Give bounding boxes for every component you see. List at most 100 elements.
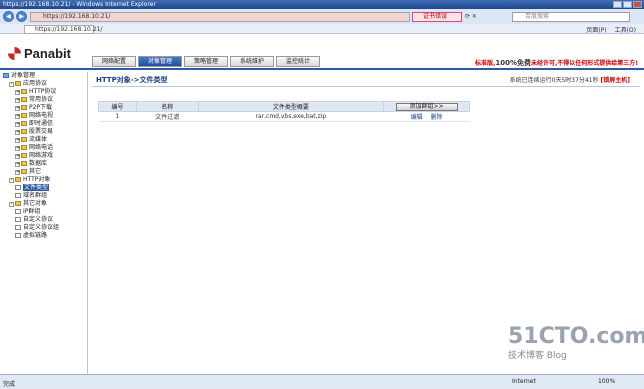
watermark-line1: 51CTO.com (508, 324, 644, 349)
close-button[interactable] (633, 1, 642, 8)
sidebar-item[interactable]: + HTTP协议 (0, 88, 87, 96)
nav-network-config[interactable]: 网络配置 (92, 56, 136, 67)
sidebar-item[interactable]: IP群组 (0, 208, 87, 216)
promo-suffix: 未经许可,不得以任何形式提供给第三方! (530, 60, 638, 67)
promo-free: 100%免费 (495, 59, 531, 67)
folder-icon (21, 113, 27, 118)
collapse-icon[interactable]: - (9, 82, 14, 87)
security-zone: Internet (512, 378, 536, 385)
expand-icon[interactable]: + (15, 130, 20, 135)
sidebar-item[interactable]: 对象管理 (0, 72, 87, 80)
column-header-id: 编号 (98, 101, 137, 112)
logo-icon (8, 47, 21, 60)
expand-icon[interactable]: + (15, 162, 20, 167)
expand-icon[interactable]: + (15, 122, 20, 127)
expand-icon[interactable]: + (15, 154, 20, 159)
edit-link[interactable]: 编辑 (411, 114, 423, 121)
sidebar-item-label: 域名群组 (23, 192, 48, 199)
sidebar-item[interactable]: 自定义协议组 (0, 224, 87, 232)
expand-icon[interactable]: + (15, 90, 20, 95)
nav-monitoring[interactable]: 监控统计 (276, 56, 320, 67)
license-notice: 标准版,100%免费未经许可,不得以任何形式提供给第三方! (475, 58, 638, 68)
sidebar-item-label: P2P下载 (29, 104, 53, 111)
lock-screen-link[interactable]: [锁屏主机] (601, 77, 631, 84)
collapse-icon[interactable]: - (9, 178, 14, 183)
sidebar-item[interactable]: + 网络电视 (0, 112, 87, 120)
sidebar-item[interactable]: 虚拟链路 (0, 232, 87, 240)
column-header-name: 名称 (135, 101, 199, 112)
zoom-level[interactable]: 100% (598, 378, 615, 385)
object-tree: 对象管理 - 应用协议 + HTTP协议 + 常用协议 + P2P下载 + 网络电视 + 即时通信 + 股票… (0, 72, 87, 240)
back-button[interactable]: ◀ (3, 11, 14, 22)
promo-prefix: 标准版, (475, 60, 496, 67)
sidebar-item[interactable]: + 数据库 (0, 160, 87, 168)
expand-icon[interactable]: + (15, 114, 20, 119)
sidebar-item[interactable]: + 即时通信 (0, 120, 87, 128)
sidebar-item-label: IP群组 (23, 208, 41, 215)
panabit-logo: Panabit (8, 46, 71, 61)
browser-tab[interactable]: https://192.168.10.21/ (24, 25, 102, 34)
expand-icon[interactable]: + (15, 170, 20, 175)
top-navigation: 网络配置 对象管理 策略管理 系统维护 监控统计 (92, 56, 320, 67)
delete-link[interactable]: 删除 (431, 114, 443, 121)
sidebar-item-label: 股票交易 (29, 128, 54, 135)
expand-icon[interactable]: + (15, 106, 20, 111)
command-bar: https://192.168.10.21/ 页面(P) 工具(O) (0, 24, 644, 34)
sidebar-item-label: 自定义协议组 (23, 224, 60, 231)
nav-policy-management[interactable]: 策略管理 (184, 56, 228, 67)
sidebar-item[interactable]: + 常用协议 (0, 96, 87, 104)
document-icon (15, 217, 21, 222)
address-field[interactable]: https://192.168.10.21/ (30, 12, 410, 22)
sidebar-item[interactable]: + P2P下载 (0, 104, 87, 112)
row-summary: rar,cmd,vbs,exe,bat,zip (198, 111, 384, 122)
folder-icon (21, 153, 27, 158)
header-divider (92, 86, 640, 87)
sidebar-item[interactable]: + 网络电话 (0, 144, 87, 152)
sidebar-item[interactable]: 域名群组 (0, 192, 87, 200)
sidebar-item-label: 应用协议 (23, 80, 48, 87)
sidebar-item[interactable]: + 股票交易 (0, 128, 87, 136)
sidebar-item[interactable]: - 其它对象 (0, 200, 87, 208)
sidebar-item-label: 文件类型 (23, 184, 50, 191)
folder-icon (21, 121, 27, 126)
folder-icon (21, 97, 27, 102)
sidebar-item[interactable]: 文件类型 (0, 184, 87, 192)
sidebar-item[interactable]: + 其它 (0, 168, 87, 176)
window-title: https://192.168.10.21/ - Windows Interne… (3, 1, 156, 8)
sidebar-item[interactable]: + 网络游戏 (0, 152, 87, 160)
watermark-line2: 技术博客 Blog (508, 351, 567, 361)
sidebar-item[interactable]: 自定义协议 (0, 216, 87, 224)
window-titlebar: https://192.168.10.21/ - Windows Interne… (0, 0, 644, 9)
expand-icon[interactable]: + (15, 146, 20, 151)
nav-system-maintenance[interactable]: 系统维护 (230, 56, 274, 67)
web-page: Panabit 网络配置 对象管理 策略管理 系统维护 监控统计 标准版,100… (0, 34, 644, 374)
logo-text: Panabit (24, 46, 71, 61)
search-input[interactable]: 百度搜索 (512, 12, 630, 22)
row-actions: 编辑 删除 (383, 111, 470, 122)
sidebar-item[interactable]: + 流媒体 (0, 136, 87, 144)
folder-icon (21, 137, 27, 142)
sidebar-item[interactable]: - 应用协议 (0, 80, 87, 88)
tools-menu[interactable]: 工具(O) (615, 25, 636, 34)
folder-icon (15, 81, 21, 86)
sidebar-item-label: 网络电视 (29, 112, 54, 119)
nav-object-management[interactable]: 对象管理 (138, 56, 182, 67)
forward-button[interactable]: ▶ (16, 11, 27, 22)
sidebar-item-label: 流媒体 (29, 136, 48, 143)
browser-statusbar: 完成 Internet 100% (0, 374, 644, 389)
minimize-button[interactable] (613, 1, 622, 8)
maximize-button[interactable] (623, 1, 632, 8)
expand-icon[interactable]: + (15, 98, 20, 103)
expand-icon[interactable]: + (15, 138, 20, 143)
sidebar-item-label: 数据库 (29, 160, 48, 167)
sidebar-item[interactable]: - HTTP对象 (0, 176, 87, 184)
folder-icon (21, 89, 27, 94)
refresh-stop-buttons[interactable]: ⟳ ✕ (465, 12, 495, 22)
collapse-icon[interactable]: - (9, 202, 14, 207)
folder-icon (21, 105, 27, 110)
status-text: 完成 (3, 381, 16, 388)
certificate-error-button[interactable]: 证书错误 (412, 12, 462, 22)
address-toolbar: ◀ ▶ https://192.168.10.21/ 证书错误 ⟳ ✕ 百度搜索 (0, 9, 644, 24)
page-menu[interactable]: 页面(P) (586, 25, 606, 34)
add-group-button[interactable]: 添加群组>> (395, 102, 458, 111)
